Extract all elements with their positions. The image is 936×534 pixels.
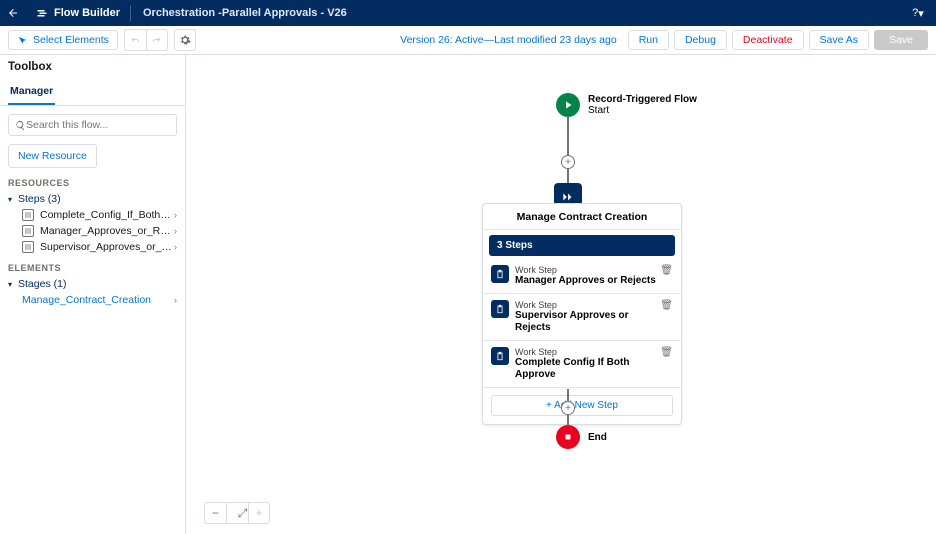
- delete-step-button[interactable]: 🗑: [660, 300, 673, 311]
- connector: [567, 415, 569, 425]
- play-icon: [556, 93, 580, 117]
- redo-button[interactable]: [146, 29, 168, 51]
- run-button[interactable]: Run: [628, 30, 669, 50]
- version-status[interactable]: Version 26: Active—Last modified 23 days…: [400, 34, 623, 46]
- save-as-button[interactable]: Save As: [809, 30, 870, 50]
- delete-step-button[interactable]: 🗑: [660, 265, 673, 276]
- tree-stage[interactable]: Manage_Contract_Creation›: [8, 294, 177, 306]
- gear-icon: [179, 34, 191, 46]
- debug-button[interactable]: Debug: [674, 30, 727, 50]
- chevron-down-icon: ▾: [8, 195, 18, 204]
- stage-card[interactable]: Manage Contract Creation 3 Steps Work St…: [482, 203, 682, 425]
- zoom-in-button[interactable]: +: [248, 502, 270, 524]
- connector: [567, 117, 569, 157]
- tree-step[interactable]: ▤Supervisor_Approves_or_Rejects›: [8, 241, 177, 253]
- resource-icon: ▤: [22, 209, 34, 221]
- elements-section: ELEMENTS: [8, 263, 177, 273]
- step-row[interactable]: Work StepManager Approves or Rejects 🗑: [483, 259, 681, 294]
- add-element-button[interactable]: +: [561, 401, 575, 415]
- flow-icon: [36, 7, 48, 19]
- connector: [567, 169, 569, 183]
- tree-stages[interactable]: ▾Stages (1): [8, 278, 177, 290]
- select-elements-button[interactable]: Select Elements: [8, 30, 118, 50]
- search-icon: [15, 120, 26, 131]
- tree-steps[interactable]: ▾Steps (3): [8, 193, 177, 205]
- resources-section: RESOURCES: [8, 178, 177, 188]
- tab-manager[interactable]: Manager: [8, 79, 55, 105]
- settings-button[interactable]: [174, 29, 196, 51]
- cursor-icon: [17, 35, 28, 46]
- help-button[interactable]: ?▾: [900, 7, 936, 20]
- chevron-down-icon: ▾: [8, 280, 18, 289]
- tree-step[interactable]: ▤Complete_Config_If_Both_Approve›: [8, 209, 177, 221]
- steps-count-bar: 3 Steps: [489, 235, 675, 256]
- chevron-right-icon: ›: [174, 226, 177, 236]
- undo-button[interactable]: [124, 29, 146, 51]
- search-input[interactable]: [8, 114, 177, 136]
- add-element-button[interactable]: +: [561, 155, 575, 169]
- back-button[interactable]: [0, 7, 26, 19]
- stage-title: Manage Contract Creation: [483, 204, 681, 230]
- toolbox-heading: Toolbox: [8, 61, 177, 73]
- clipboard-icon: [491, 347, 509, 365]
- resource-icon: ▤: [22, 241, 34, 253]
- chevron-right-icon: ›: [174, 210, 177, 220]
- new-resource-button[interactable]: New Resource: [8, 144, 97, 168]
- clipboard-icon: [491, 265, 509, 283]
- add-step-button[interactable]: + Add New Step: [491, 395, 673, 416]
- start-node[interactable]: Record-Triggered FlowStart: [556, 93, 697, 117]
- fit-icon: [228, 508, 238, 518]
- app-label: Flow Builder: [26, 7, 130, 19]
- chevron-right-icon: ›: [174, 242, 177, 252]
- deactivate-button[interactable]: Deactivate: [732, 30, 804, 50]
- chevron-right-icon: ›: [174, 295, 177, 305]
- tree-step[interactable]: ▤Manager_Approves_or_Rejects›: [8, 225, 177, 237]
- resource-icon: ▤: [22, 225, 34, 237]
- page-title: Orchestration -Parallel Approvals - V26: [131, 7, 359, 19]
- clipboard-icon: [491, 300, 509, 318]
- step-row[interactable]: Work StepComplete Config If Both Approve…: [483, 341, 681, 388]
- zoom-fit-button[interactable]: ⤢: [226, 502, 248, 524]
- zoom-out-button[interactable]: −: [204, 502, 226, 524]
- step-row[interactable]: Work StepSupervisor Approves or Rejects …: [483, 294, 681, 341]
- connector: [567, 389, 569, 401]
- delete-step-button[interactable]: 🗑: [660, 347, 673, 358]
- end-node[interactable]: End: [556, 425, 607, 449]
- stop-icon: [556, 425, 580, 449]
- save-button[interactable]: Save: [874, 30, 928, 50]
